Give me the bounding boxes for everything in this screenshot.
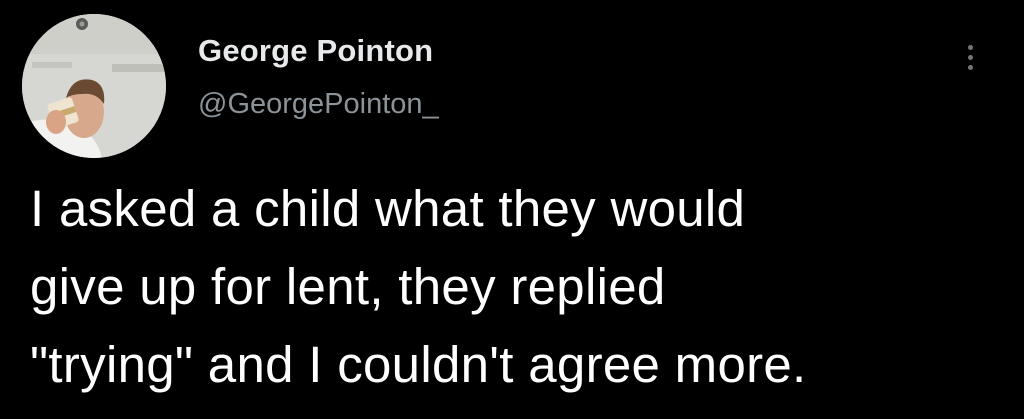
tweet-text-line: I asked a child what they would (30, 180, 746, 237)
more-options-button[interactable] (950, 34, 990, 80)
tweet-text-line: "trying" and I couldn't agree more. (30, 336, 807, 393)
more-vertical-icon (967, 44, 973, 50)
more-vertical-icon (967, 54, 973, 60)
tweet-text: I asked a child what they would give up … (30, 170, 1010, 404)
tweet-card: George Pointon @GeorgePointon_ I asked a… (0, 0, 1024, 419)
author-handle[interactable]: @GeorgePointon_ (198, 86, 439, 122)
author-display-name[interactable]: George Pointon (198, 32, 439, 70)
tweet-text-line: give up for lent, they replied (30, 258, 666, 315)
avatar[interactable] (22, 14, 166, 158)
profile-photo-icon (22, 14, 166, 158)
author-info: George Pointon @GeorgePointon_ (198, 32, 439, 122)
more-vertical-icon (967, 64, 973, 70)
